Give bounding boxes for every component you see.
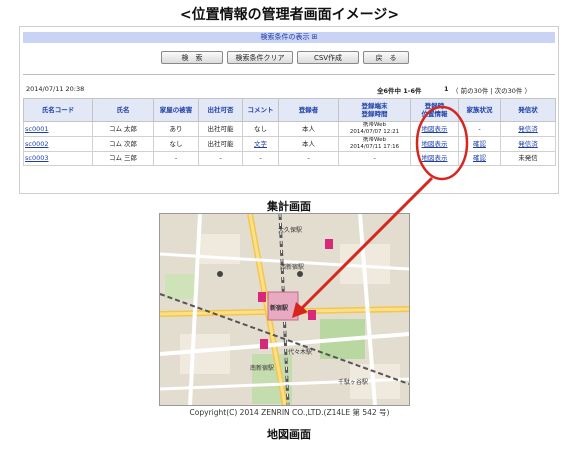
map-caption: 地図画面 [267, 428, 311, 441]
pointer-arrow [296, 176, 434, 314]
highlight-circle [415, 105, 469, 181]
annotation-overlay [292, 105, 469, 318]
copyright: Copyright(C) 2014 ZENRIN CO.,LTD.(Z14LE … [189, 408, 390, 417]
